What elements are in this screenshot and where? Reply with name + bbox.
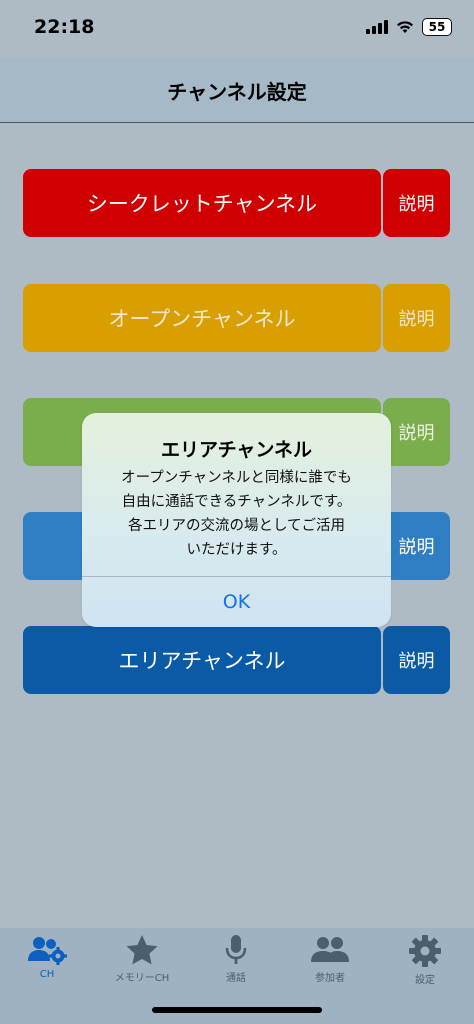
tab-label: 通話 [226,973,246,984]
green-channel-description-button[interactable]: 説明 [383,398,450,466]
page-title: チャンネル設定 [167,80,307,104]
alert-message-line: いただけます。 [186,542,287,558]
alert-message-line: 各エリアの交流の場としてご活用 [127,518,346,534]
area-channel-button[interactable]: エリアチャンネル [23,626,381,694]
channel-row-area: エリアチャンネル 説明 [23,626,450,694]
tab-label: メモリーCH [114,973,170,984]
alert-title: エリアチャンネル [160,439,313,461]
alert-message-line: オープンチャンネルと同様に誰でも [121,470,352,486]
blue-channel-description-button[interactable]: 説明 [383,512,450,580]
wifi-icon [397,21,413,33]
alert-message: オープンチャンネルと同様に誰でも 自由に通話できるチャンネルです。 各エリアの交… [96,466,377,562]
tab-label: 設定 [415,975,435,986]
battery-icon: 55 [422,18,452,36]
tab-call[interactable]: 通話 [196,934,276,990]
channel-row-secret: シークレットチャンネル 説明 [23,169,450,237]
alert-ok-button[interactable]: OK [82,577,391,627]
home-indicator [152,1007,322,1013]
battery-level: 55 [428,20,446,34]
users-gear-icon [28,937,67,965]
microphone-icon [225,935,247,964]
alert-dialog: エリアチャンネル オープンチャンネルと同様に誰でも 自由に通話できるチャンネルで… [82,413,391,627]
area-channel-description-button[interactable]: 説明 [383,626,450,694]
alert-message-line: 自由に通話できるチャンネルです。 [121,494,352,510]
tab-label: CH [39,969,55,980]
gear-icon [409,935,441,967]
status-bar: 22:18 55 [0,0,474,58]
users-icon [311,937,349,962]
tab-settings[interactable]: 設定 [385,934,465,990]
channel-row-open: オープンチャンネル 説明 [23,284,450,352]
open-channel-button[interactable]: オープンチャンネル [23,284,381,352]
secret-channel-description-button[interactable]: 説明 [383,169,450,237]
navigation-bar: チャンネル設定 [0,58,474,123]
tab-label: 参加者 [315,973,345,984]
status-icons: 55 [366,18,452,36]
star-icon [126,935,158,965]
open-channel-description-button[interactable]: 説明 [383,284,450,352]
tab-memory-ch[interactable]: メモリーCH [102,934,182,990]
cellular-signal-icon [366,20,388,34]
tab-participants[interactable]: 参加者 [290,934,370,990]
tab-ch[interactable]: CH [7,934,87,990]
secret-channel-button[interactable]: シークレットチャンネル [23,169,381,237]
status-time: 22:18 [34,16,95,38]
